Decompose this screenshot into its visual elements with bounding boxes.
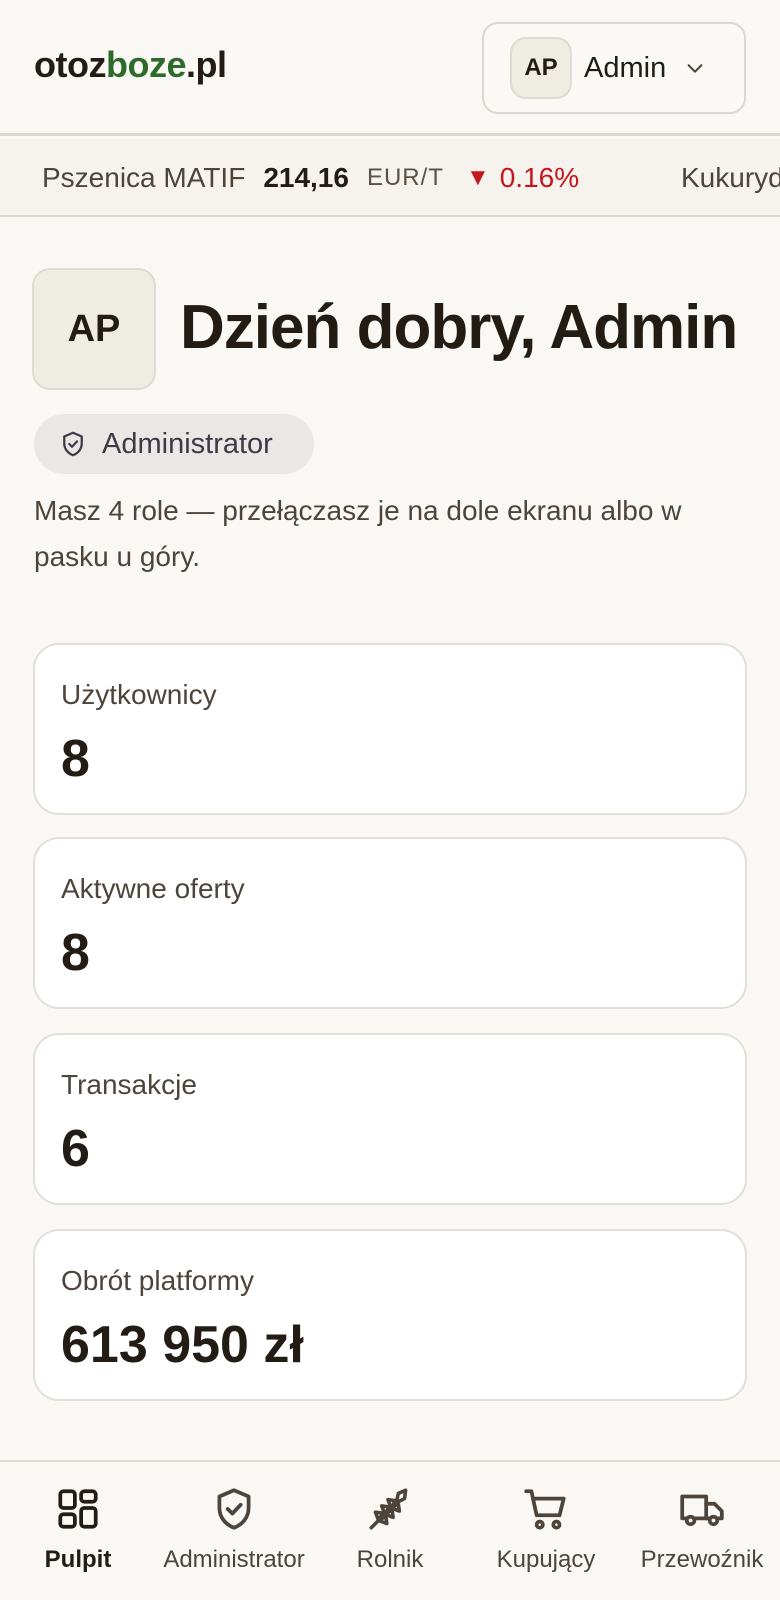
logo-part-1: otoz: [34, 44, 106, 85]
roles-description: Masz 4 role — przełączasz je na dole ekr…: [34, 495, 682, 572]
nav-label: Pulpit: [44, 1546, 112, 1573]
ticker-name: Kukurydza: [681, 162, 780, 193]
stat-label: Obrót platformy: [61, 1265, 254, 1296]
logo[interactable]: otozboze.pl: [34, 44, 227, 86]
truck-icon: [680, 1494, 724, 1527]
chevron-down-icon: [687, 64, 703, 73]
cart-icon: [524, 1489, 566, 1530]
logo-part-2: boze: [105, 44, 187, 85]
shield-check-icon: [63, 431, 83, 457]
ticker-unit: EUR/T: [366, 164, 444, 191]
nav-label: Przewoźnik: [640, 1546, 764, 1573]
stat-card-active-offers: Aktywne oferty 8: [33, 837, 747, 1009]
ticker-item[interactable]: Kukurydza: [681, 139, 780, 215]
role-badge: Administrator: [34, 414, 314, 474]
stat-label: Użytkownicy: [61, 679, 217, 710]
stat-value: 8: [61, 924, 90, 982]
nav-item-pulpit[interactable]: Pulpit: [0, 1462, 156, 1600]
ticker-change: 0.16%: [499, 162, 580, 193]
nav-item-kupujacy[interactable]: Kupujący: [468, 1462, 624, 1600]
nav-item-administrator[interactable]: Administrator: [156, 1462, 312, 1600]
bottom-nav: Pulpit Administrator Rolnik Kupujący Prz…: [0, 1460, 780, 1600]
stat-card-users: Użytkownicy 8: [33, 643, 747, 815]
top-bar: otozboze.pl AP Admin: [0, 0, 780, 136]
nav-item-rolnik[interactable]: Rolnik: [312, 1462, 468, 1600]
nav-item-przewoznik[interactable]: Przewoźnik: [624, 1462, 780, 1600]
user-name: Admin: [584, 51, 667, 84]
ticker-item[interactable]: Pszenica MATIF 214,16 EUR/T ▼ 0.16%: [42, 139, 580, 215]
stat-label: Aktywne oferty: [61, 873, 245, 904]
shield-icon: [217, 1488, 251, 1530]
stat-card-transactions: Transakcje 6: [33, 1033, 747, 1205]
stat-label: Transakcje: [61, 1069, 197, 1100]
logo-part-3: .pl: [185, 44, 227, 85]
ticker-price: 214,16: [263, 162, 349, 193]
nav-label: Kupujący: [496, 1546, 596, 1573]
dashboard-icon: [58, 1489, 98, 1529]
profile-avatar: AP: [32, 268, 156, 390]
stat-value: 6: [61, 1120, 90, 1178]
stat-value: 8: [61, 730, 90, 788]
avatar: AP: [510, 37, 572, 99]
role-badge-label: Administrator: [102, 427, 273, 460]
ticker-name: Pszenica MATIF: [42, 162, 246, 193]
stat-value: 613 950 zł: [61, 1316, 304, 1374]
stat-card-platform-turnover: Obrót platformy 613 950 zł: [33, 1229, 747, 1401]
down-arrow-icon: ▼: [465, 164, 490, 191]
user-menu-button[interactable]: AP Admin: [482, 22, 746, 114]
nav-label: Administrator: [163, 1546, 305, 1573]
wheat-icon: [369, 1488, 408, 1530]
market-ticker: Pszenica MATIF 214,16 EUR/T ▼ 0.16% Kuku…: [0, 139, 780, 217]
nav-label: Rolnik: [356, 1546, 424, 1573]
page-title: Dzień dobry, Admin: [180, 293, 738, 362]
